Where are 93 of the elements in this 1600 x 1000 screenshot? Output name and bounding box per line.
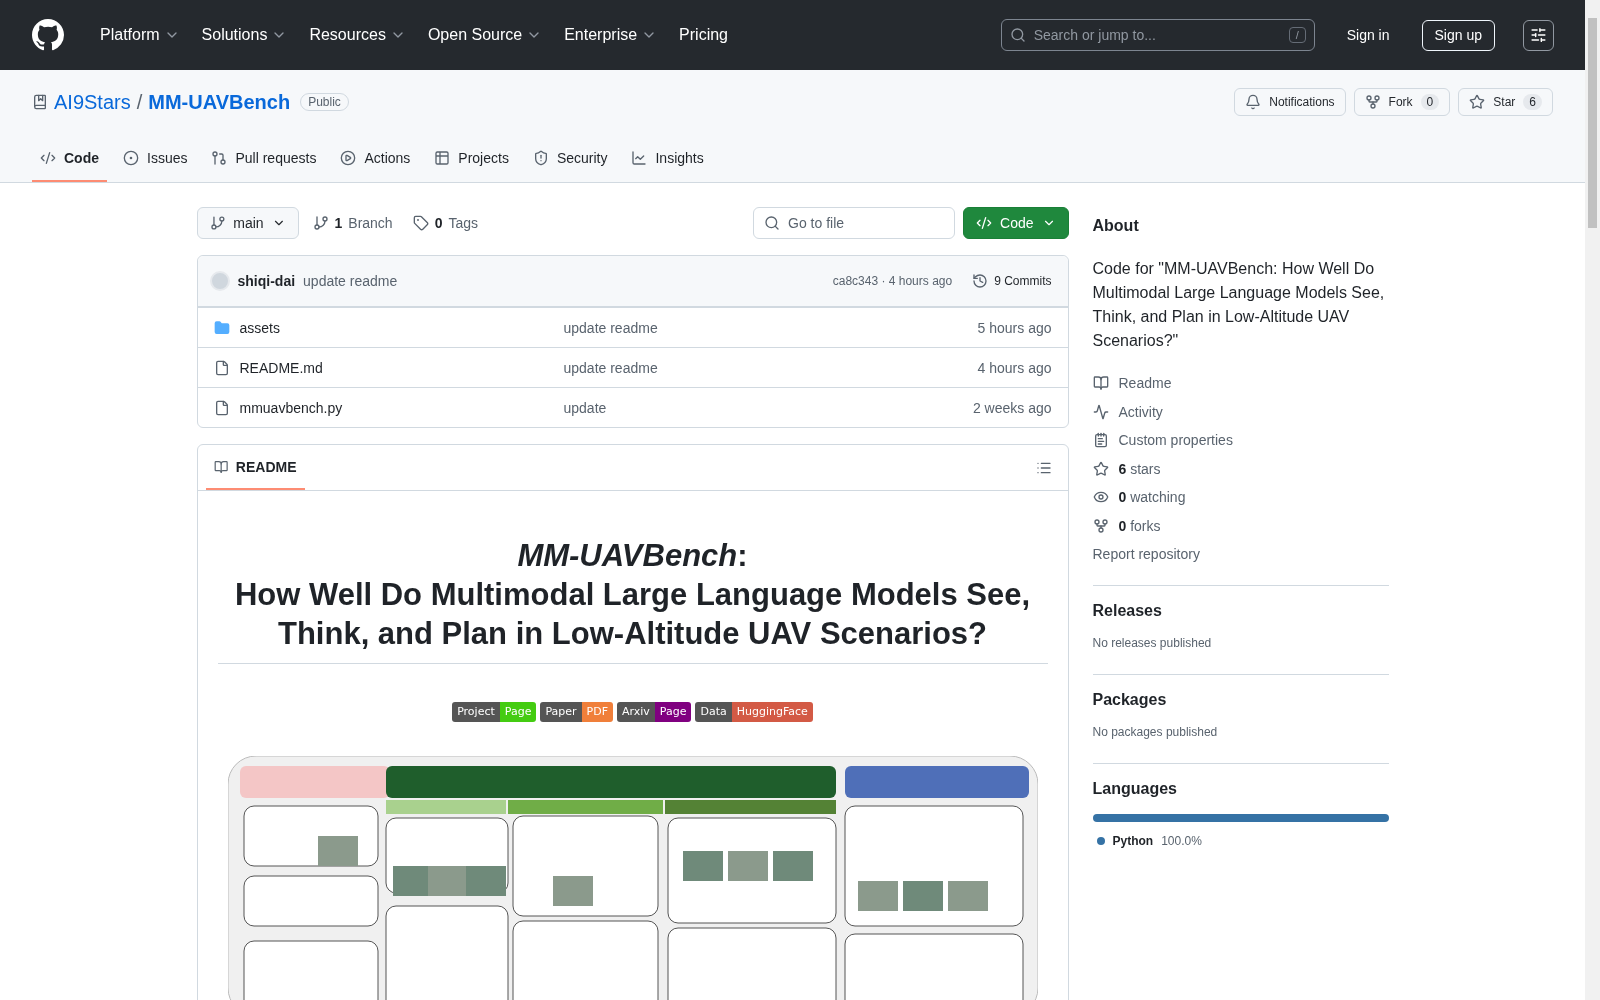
file-icon — [213, 399, 230, 416]
sidebar-link[interactable]: 6 stars — [1092, 454, 1389, 483]
tag-icon — [412, 215, 429, 231]
note-icon — [1092, 432, 1109, 449]
book-icon — [1092, 375, 1109, 392]
file-link[interactable]: assets — [213, 319, 564, 336]
repo-tab[interactable]: Code — [32, 136, 107, 182]
repo-tab[interactable]: Insights — [623, 136, 712, 182]
file-link[interactable]: README.md — [213, 359, 564, 376]
fork-icon — [1364, 94, 1381, 110]
star-icon — [1092, 460, 1109, 477]
packages-heading[interactable]: Packages — [1092, 690, 1389, 709]
count-label: 6 — [1523, 94, 1542, 110]
report-link[interactable]: Report repository — [1092, 540, 1389, 569]
repo-tab[interactable]: Pull requests — [203, 136, 325, 182]
file-icon — [213, 359, 230, 376]
count-label: 0 — [1420, 94, 1440, 110]
scrollbar[interactable] — [1585, 0, 1600, 1000]
branch-button[interactable]: main — [196, 207, 299, 239]
sidebar-link[interactable]: 0 watching — [1092, 483, 1389, 512]
fork-icon — [1092, 517, 1109, 534]
commit-time: 5 hours ago — [977, 319, 1052, 336]
file-link[interactable]: mmuavbench.py — [213, 399, 564, 416]
language-name[interactable]: Python — [1112, 833, 1154, 848]
avatar-icon — [209, 271, 230, 291]
repo-tab[interactable]: Actions — [332, 136, 419, 182]
sidebar-link[interactable]: Readme — [1092, 369, 1389, 398]
nav-link[interactable]: Open Source — [419, 20, 551, 50]
code-icon — [40, 150, 56, 166]
go-to-file-field[interactable]: Go to file — [753, 207, 956, 239]
shield-icon — [532, 150, 549, 166]
releases-note: No releases published — [1092, 635, 1213, 650]
commit-time: 4 hours ago — [977, 359, 1052, 376]
languages-heading: Languages — [1092, 779, 1178, 798]
fork-button[interactable]: Fork 0 — [1353, 88, 1451, 116]
commit-message[interactable]: update readme — [563, 319, 978, 336]
commit-message[interactable]: update readme — [563, 359, 978, 376]
commit-time: 2 weeks ago — [972, 399, 1052, 416]
path-separator: / — [136, 90, 143, 114]
star-icon — [1469, 94, 1486, 110]
book-icon — [213, 458, 228, 475]
notifications-button[interactable]: Notifications — [1234, 88, 1346, 116]
settings-button[interactable] — [1523, 19, 1554, 51]
play-icon — [340, 150, 357, 166]
search-icon — [764, 215, 781, 231]
commit-author[interactable]: shiqi-dai — [237, 273, 296, 289]
sign-up-button[interactable]: Sign up — [1421, 19, 1495, 51]
folder-icon — [213, 319, 230, 336]
logo-icon[interactable] — [32, 19, 64, 51]
nav-link[interactable]: Platform — [92, 20, 188, 50]
commit-hash[interactable]: ca8c343 · 4 hours ago — [832, 274, 953, 288]
language-percent: 100.0% — [1161, 833, 1202, 848]
owner-link[interactable]: AI9Stars — [54, 90, 131, 114]
search-field[interactable]: Search or jump to... / — [1000, 19, 1315, 51]
repo-tab[interactable]: Projects — [426, 136, 517, 182]
repo-name-link[interactable]: MM-UAVBench — [148, 90, 291, 114]
branch-icon — [312, 215, 329, 231]
repo-tab[interactable]: Issues — [115, 136, 196, 182]
table-icon — [434, 150, 451, 166]
nav-link[interactable]: Enterprise — [556, 20, 666, 50]
sidebar-link[interactable]: Custom properties — [1092, 426, 1389, 455]
readme-tab[interactable]: README — [205, 445, 305, 490]
pull-request-icon — [211, 150, 228, 166]
nav-link[interactable]: Solutions — [193, 20, 296, 50]
repo-icon — [32, 94, 48, 110]
graph-icon — [631, 150, 648, 166]
commit-message[interactable]: update readme — [303, 273, 398, 289]
commits-link[interactable]: 9 Commits — [972, 273, 1052, 289]
search-icon — [1009, 27, 1026, 43]
shortcut-key: / — [1288, 27, 1306, 43]
bell-icon — [1245, 94, 1262, 110]
code-icon — [976, 215, 993, 231]
commit-message[interactable]: update — [563, 399, 973, 416]
repo-tab[interactable]: Security — [524, 136, 616, 182]
pulse-icon — [1092, 403, 1109, 420]
nav-link[interactable]: Resources — [301, 20, 414, 50]
sidebar-link[interactable]: Activity — [1092, 397, 1389, 426]
branches-link[interactable]: 1 Branch — [306, 215, 399, 231]
sign-in-link[interactable]: Sign in — [1330, 27, 1406, 43]
releases-heading[interactable]: Releases — [1092, 601, 1389, 620]
tags-link[interactable]: 0 Tags — [406, 215, 485, 231]
code-button[interactable]: Code — [963, 207, 1069, 239]
about-heading: About — [1092, 217, 1140, 235]
packages-note: No packages published — [1092, 724, 1219, 739]
star-button[interactable]: Star 6 — [1458, 88, 1553, 116]
about-description: Code for "MM-UAVBench: How Well Do Multimodal Large Language Models See, Think, and Plan in Low-Altitude UAV Scenarios?" — [1092, 259, 1386, 351]
sidebar-link[interactable]: 0 forks — [1092, 511, 1389, 540]
circle-dot-icon — [123, 150, 139, 166]
history-icon — [972, 273, 989, 289]
branch-icon — [209, 215, 226, 231]
sliders-icon — [1530, 26, 1547, 44]
nav-link[interactable]: Pricing — [671, 20, 736, 50]
readme-title: MM-UAVBench: How Well Do Multimodal Large Language Models See, Think, and Plan in Low-Altitude UAV Scenarios? — [217, 537, 1048, 665]
